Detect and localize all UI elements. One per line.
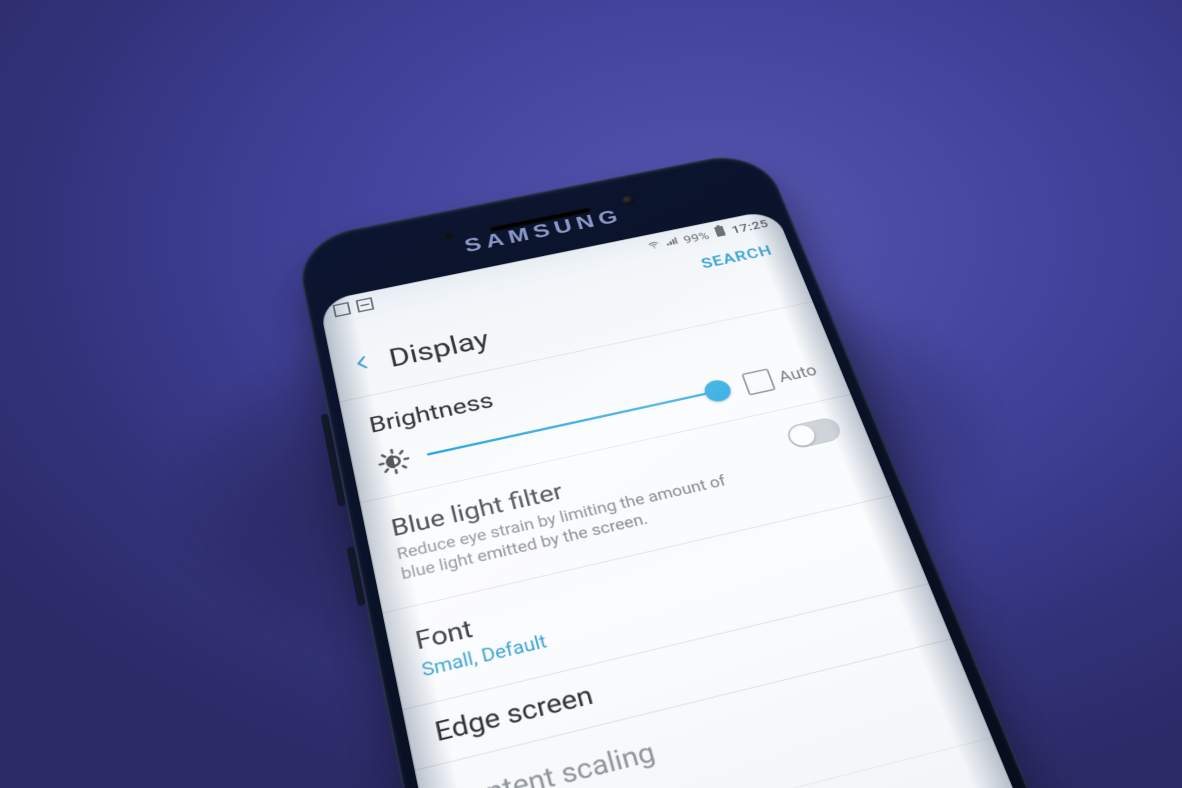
back-chevron-icon[interactable] (350, 350, 376, 380)
wifi-icon (646, 239, 662, 254)
perspective-stage: SAMSUNG 99% (0, 0, 1182, 788)
phone-device: SAMSUNG 99% (294, 148, 1126, 788)
phone-screen: 99% 17:25 SEARCH Display (319, 209, 1057, 788)
battery-percent: 99% (681, 229, 710, 246)
notification-icon-2 (356, 297, 375, 312)
auto-brightness[interactable]: Auto (741, 359, 820, 396)
battery-icon (712, 224, 729, 240)
notification-icon (332, 302, 351, 318)
status-left (332, 297, 374, 317)
blue-light-switch[interactable] (784, 416, 843, 450)
signal-icon (664, 235, 680, 250)
status-clock: 17:25 (730, 217, 771, 236)
slider-thumb[interactable] (702, 378, 734, 404)
scene-background: SAMSUNG 99% (0, 0, 1182, 788)
switch-knob (787, 423, 818, 448)
